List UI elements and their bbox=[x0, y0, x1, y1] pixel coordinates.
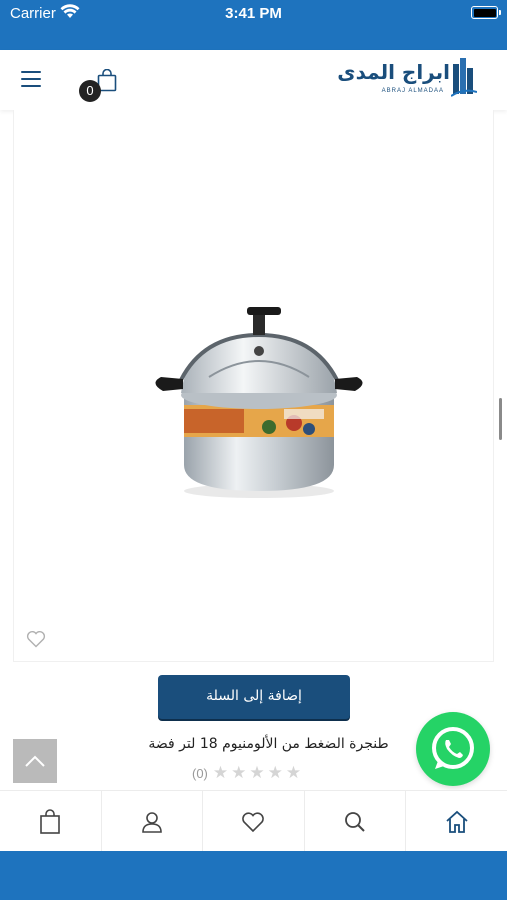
add-to-cart-button[interactable]: إضافة إلى السلة bbox=[158, 675, 350, 719]
nav-search[interactable] bbox=[305, 791, 407, 852]
status-bar: Carrier 3:41 PM bbox=[0, 0, 507, 50]
building-logo-icon bbox=[451, 58, 477, 97]
product-rating: (0) ★ ★ ★ ★ ★ bbox=[192, 763, 301, 783]
clock: 3:41 PM bbox=[225, 5, 282, 22]
wishlist-heart-icon[interactable] bbox=[26, 630, 46, 648]
whatsapp-button[interactable] bbox=[416, 712, 490, 786]
pressure-cooker-image[interactable] bbox=[149, 305, 369, 500]
star-icon: ★ bbox=[285, 762, 302, 783]
scroll-to-top-button[interactable] bbox=[13, 739, 57, 783]
home-icon bbox=[446, 810, 468, 833]
product-card bbox=[13, 110, 494, 662]
heart-icon bbox=[242, 811, 265, 832]
user-icon bbox=[142, 811, 162, 833]
cart-icon bbox=[40, 808, 61, 834]
star-icon: ★ bbox=[249, 762, 265, 783]
star-icon: ★ bbox=[267, 762, 283, 783]
whatsapp-icon bbox=[432, 727, 474, 769]
rating-count: (0) bbox=[192, 765, 208, 781]
logo-text-en: ABRAJ ALMADAA bbox=[381, 88, 444, 94]
nav-wishlist[interactable] bbox=[203, 791, 305, 852]
chevron-up-icon bbox=[25, 755, 45, 767]
scroll-indicator bbox=[499, 398, 502, 440]
brand-logo[interactable]: ابراج المدى ABRAJ ALMADAA bbox=[337, 56, 477, 102]
bottom-navigation bbox=[0, 790, 507, 852]
menu-icon[interactable] bbox=[21, 71, 41, 88]
system-bottom-bar bbox=[0, 851, 507, 900]
search-icon bbox=[345, 811, 365, 832]
nav-account[interactable] bbox=[102, 791, 204, 852]
logo-text-ar: ابراج المدى bbox=[337, 60, 450, 84]
nav-cart[interactable] bbox=[0, 791, 102, 852]
app-header: ابراج المدى ABRAJ ALMADAA bbox=[0, 50, 507, 110]
star-icon: ★ bbox=[231, 762, 247, 783]
nav-home[interactable] bbox=[406, 791, 507, 852]
cart-count-badge: 0 bbox=[79, 80, 101, 102]
battery-icon bbox=[471, 6, 501, 19]
star-icon: ★ bbox=[212, 762, 229, 783]
